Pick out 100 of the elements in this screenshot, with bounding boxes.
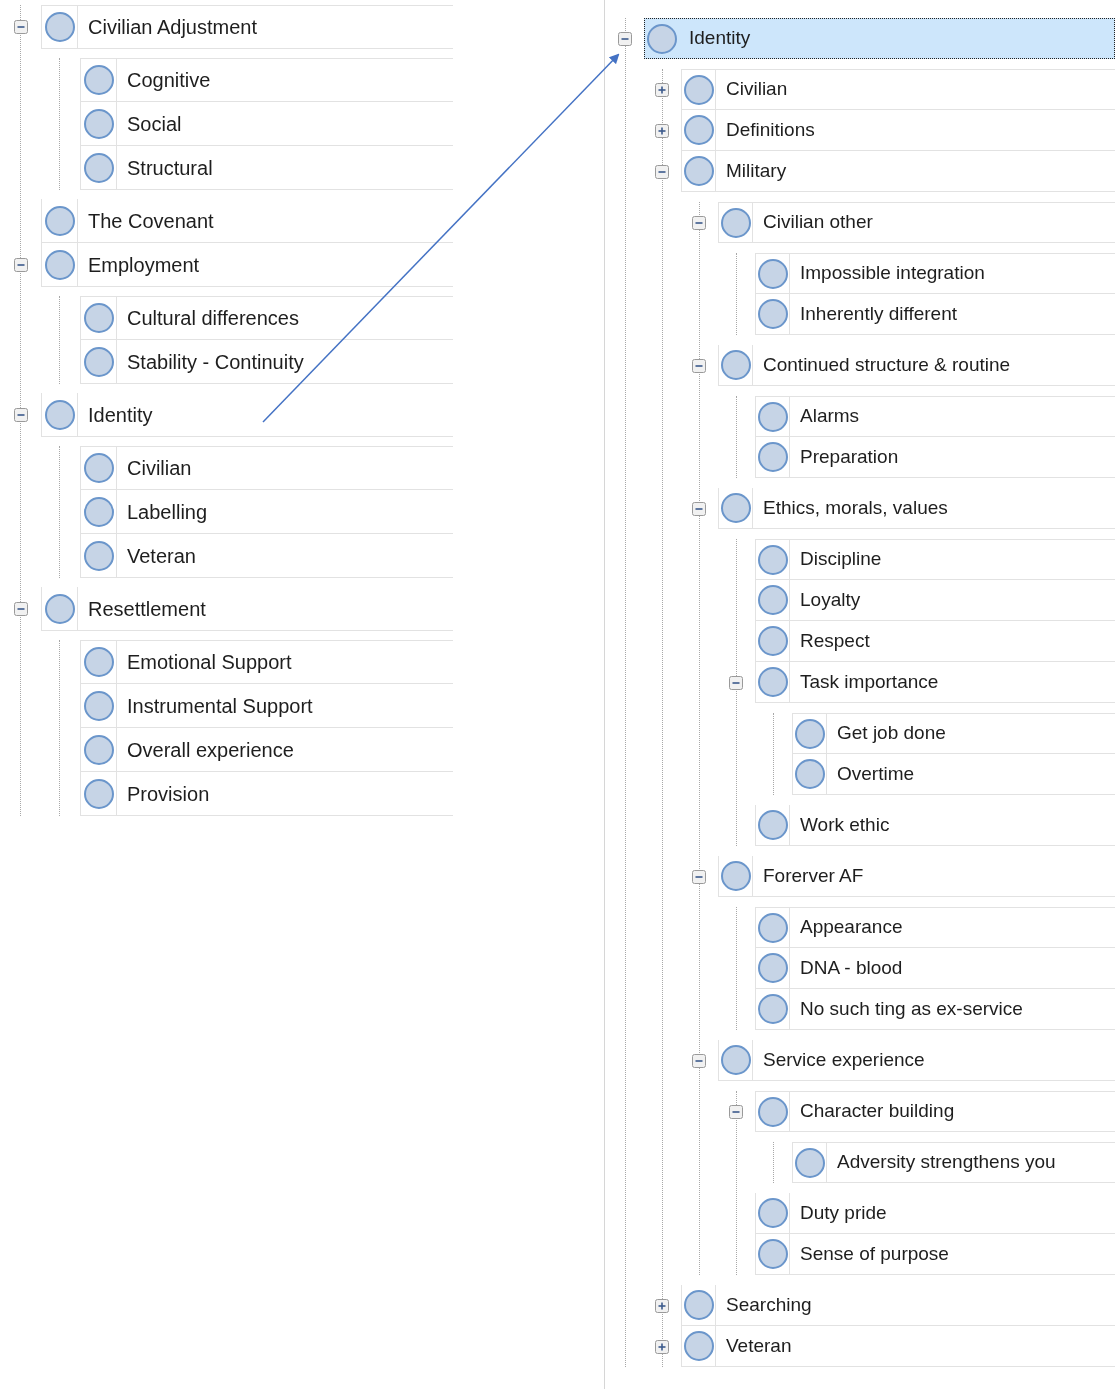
node-label: Work ethic: [799, 812, 890, 837]
tree-row[interactable]: Labelling: [80, 490, 453, 534]
collapse-toggle[interactable]: [692, 501, 706, 516]
tree-row[interactable]: Civilian other: [718, 202, 1115, 243]
node-label: Civilian: [725, 77, 788, 102]
tree-row[interactable]: Task importance: [755, 662, 1115, 703]
collapse-toggle[interactable]: [14, 258, 28, 272]
tree-row[interactable]: Loyalty: [755, 580, 1115, 621]
tree-row[interactable]: Ethics, morals, values: [718, 488, 1115, 529]
expand-toggle[interactable]: [655, 82, 669, 97]
tree-row[interactable]: Overtime: [792, 754, 1115, 795]
tree-row[interactable]: Definitions: [681, 110, 1115, 151]
node-label: Get job done: [836, 721, 946, 746]
tree-row[interactable]: Searching: [681, 1285, 1115, 1326]
node-label: Overtime: [836, 761, 915, 786]
collapse-toggle[interactable]: [14, 20, 28, 34]
tree-row[interactable]: Civilian: [80, 446, 453, 490]
node-label: Veteran: [725, 1333, 792, 1358]
tree-row[interactable]: Civilian: [681, 69, 1115, 110]
tree-row[interactable]: Adversity strengthens you: [792, 1142, 1115, 1183]
tree-row[interactable]: Duty pride: [755, 1193, 1115, 1234]
expand-toggle[interactable]: [655, 1339, 669, 1354]
node-label: Civilian: [126, 456, 192, 481]
collapse-toggle[interactable]: [692, 358, 706, 373]
node-label: Task importance: [799, 669, 939, 694]
tree-row[interactable]: Veteran: [80, 534, 453, 578]
node-label: Duty pride: [799, 1200, 887, 1225]
node-label: Preparation: [799, 444, 899, 469]
tree-row[interactable]: Appearance: [755, 907, 1115, 948]
tree-row[interactable]: Employment: [41, 243, 453, 287]
tree-row[interactable]: Continued structure & routine: [718, 345, 1115, 386]
node-label: Impossible integration: [799, 261, 985, 286]
node-label: The Covenant: [87, 208, 214, 234]
node-label: Appearance: [799, 915, 903, 940]
expand-toggle[interactable]: [655, 123, 669, 138]
node-label: Ethics, morals, values: [762, 495, 948, 520]
collapse-toggle[interactable]: [618, 31, 632, 46]
tree-row[interactable]: Emotional Support: [80, 640, 453, 684]
tree-row[interactable]: Character building: [755, 1091, 1115, 1132]
node-label: Searching: [725, 1292, 812, 1317]
node-label: Adversity strengthens you: [836, 1150, 1056, 1175]
collapse-toggle[interactable]: [14, 408, 28, 422]
tree-row[interactable]: DNA - blood: [755, 948, 1115, 989]
tree-row[interactable]: Provision: [80, 772, 453, 816]
collapse-toggle[interactable]: [692, 215, 706, 230]
collapse-toggle[interactable]: [655, 164, 669, 179]
tree-row[interactable]: Forerver AF: [718, 856, 1115, 897]
tree-row[interactable]: Inherently different: [755, 294, 1115, 335]
tree-row[interactable]: Discipline: [755, 539, 1115, 580]
node-label: Emotional Support: [126, 650, 292, 675]
collapse-toggle[interactable]: [729, 1104, 743, 1119]
tree-row[interactable]: Respect: [755, 621, 1115, 662]
node-label: Veteran: [126, 543, 196, 569]
node-label: Sense of purpose: [799, 1241, 949, 1266]
tree-row[interactable]: Work ethic: [755, 805, 1115, 846]
tree-row[interactable]: Civilian Adjustment: [41, 5, 453, 49]
node-label: Resettlement: [87, 596, 206, 622]
node-label: Labelling: [126, 499, 208, 525]
node-label: Inherently different: [799, 301, 958, 326]
tree-row[interactable]: Instrumental Support: [80, 684, 453, 728]
tree-row[interactable]: Cognitive: [80, 58, 453, 102]
tree-row[interactable]: No such ting as ex-service: [755, 989, 1115, 1030]
tree-row[interactable]: Get job done: [792, 713, 1115, 754]
tree-row[interactable]: Identity: [41, 393, 453, 437]
node-label: Identity: [688, 26, 751, 51]
tree-row[interactable]: Overall experience: [80, 728, 453, 772]
node-label: DNA - blood: [799, 955, 903, 980]
node-label: Definitions: [725, 117, 815, 142]
tree-row[interactable]: Resettlement: [41, 587, 453, 631]
node-label: No such ting as ex-service: [799, 996, 1023, 1021]
node-label: Identity: [87, 402, 153, 428]
tree-row[interactable]: Structural: [80, 146, 453, 190]
node-label: Structural: [126, 155, 213, 181]
tree-row[interactable]: Social: [80, 102, 453, 146]
tree-row[interactable]: Identity: [644, 18, 1115, 59]
tree-row[interactable]: Stability - Continuity: [80, 340, 453, 384]
tree-row[interactable]: Alarms: [755, 396, 1115, 437]
tree-row[interactable]: The Covenant: [41, 199, 453, 243]
tree-row[interactable]: Military: [681, 151, 1115, 192]
tree-row[interactable]: Preparation: [755, 437, 1115, 478]
node-label: Civilian other: [762, 210, 873, 235]
collapse-toggle[interactable]: [14, 602, 28, 616]
expand-toggle[interactable]: [655, 1298, 669, 1313]
node-label: Character building: [799, 1099, 955, 1124]
tree-row[interactable]: Cultural differences: [80, 296, 453, 340]
node-label: Overall experience: [126, 737, 294, 763]
node-label: Stability - Continuity: [126, 349, 304, 375]
node-label: Provision: [126, 781, 210, 807]
tree-row[interactable]: Impossible integration: [755, 253, 1115, 294]
tree-row[interactable]: Service experience: [718, 1040, 1115, 1081]
tree-row[interactable]: Veteran: [681, 1326, 1115, 1367]
node-label: Instrumental Support: [126, 693, 313, 719]
collapse-toggle[interactable]: [729, 675, 743, 690]
node-label: Cultural differences: [126, 306, 299, 331]
collapse-toggle[interactable]: [692, 1053, 706, 1068]
collapse-toggle[interactable]: [692, 869, 706, 884]
node-label: Continued structure & routine: [762, 352, 1011, 377]
node-label: Discipline: [799, 547, 882, 572]
tree-row[interactable]: Sense of purpose: [755, 1234, 1115, 1275]
node-label: Civilian Adjustment: [87, 15, 257, 40]
